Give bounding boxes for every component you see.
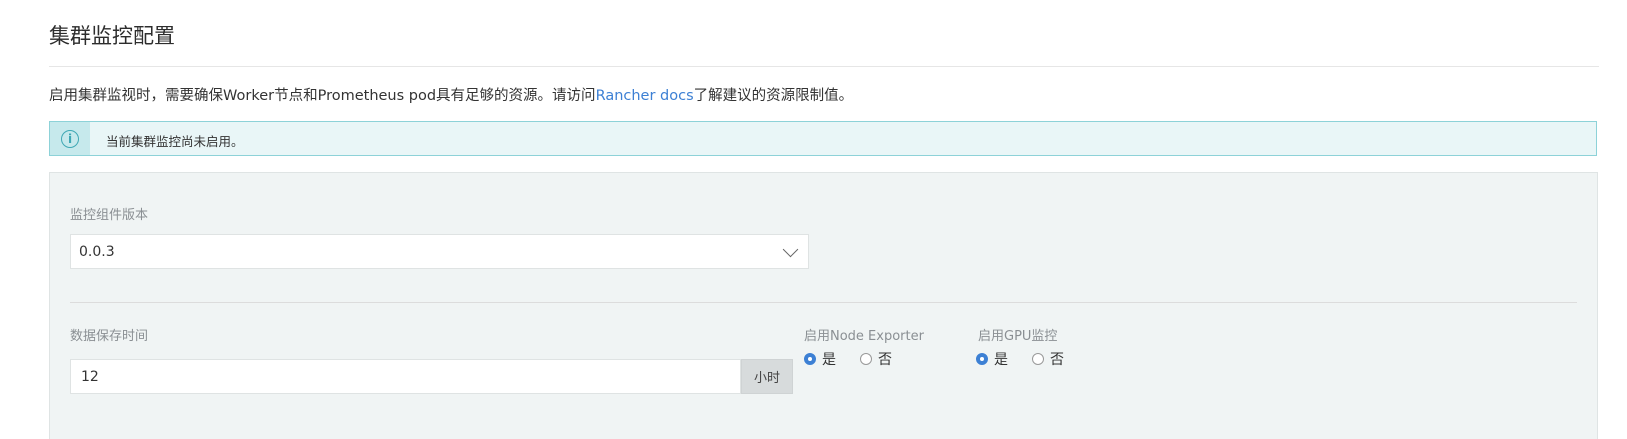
description-text: 启用集群监视时，需要确保Worker节点和Prometheus pod具有足够的… bbox=[49, 88, 596, 104]
title-divider bbox=[49, 66, 1599, 67]
radio-label: 否 bbox=[878, 352, 892, 368]
version-select[interactable]: 0.0.3 bbox=[70, 234, 809, 269]
chevron-down-icon bbox=[782, 241, 799, 258]
node-exporter-yes-radio[interactable]: 是 bbox=[804, 349, 836, 369]
radio-unchecked-icon bbox=[860, 353, 872, 365]
section-divider bbox=[70, 302, 1577, 303]
version-select-value: 0.0.3 bbox=[79, 244, 115, 260]
retention-input-value: 12 bbox=[81, 369, 99, 385]
version-label: 监控组件版本 bbox=[70, 208, 149, 223]
retention-unit-addon: 小时 bbox=[741, 359, 793, 394]
config-panel: 监控组件版本 0.0.3 数据保存时间 12 小时 启用Node Exporte… bbox=[49, 172, 1598, 439]
page-title: 集群监控配置 bbox=[49, 24, 175, 48]
radio-checked-icon bbox=[804, 353, 816, 365]
info-banner: i 当前集群监控尚未启用。 bbox=[49, 121, 1597, 156]
description-text-suffix: 了解建议的资源限制值。 bbox=[693, 88, 854, 104]
node-exporter-label: 启用Node Exporter bbox=[804, 329, 924, 344]
cluster-monitoring-page: 集群监控配置 启用集群监视时，需要确保Worker节点和Prometheus p… bbox=[0, 0, 1627, 439]
gpu-monitoring-no-radio[interactable]: 否 bbox=[1032, 349, 1064, 369]
info-icon-container: i bbox=[50, 122, 90, 155]
radio-label: 是 bbox=[994, 352, 1008, 368]
radio-unchecked-icon bbox=[1032, 353, 1044, 365]
gpu-monitoring-label: 启用GPU监控 bbox=[978, 329, 1058, 344]
gpu-monitoring-radio-group: 是 否 bbox=[976, 349, 1088, 369]
retention-input[interactable]: 12 bbox=[70, 359, 741, 394]
rancher-docs-link[interactable]: Rancher docs bbox=[596, 88, 694, 104]
retention-label: 数据保存时间 bbox=[70, 329, 149, 344]
gpu-monitoring-yes-radio[interactable]: 是 bbox=[976, 349, 1008, 369]
radio-checked-icon bbox=[976, 353, 988, 365]
info-icon: i bbox=[61, 129, 79, 148]
radio-label: 否 bbox=[1050, 352, 1064, 368]
node-exporter-no-radio[interactable]: 否 bbox=[860, 349, 892, 369]
node-exporter-radio-group: 是 否 bbox=[804, 349, 916, 369]
monitoring-description: 启用集群监视时，需要确保Worker节点和Prometheus pod具有足够的… bbox=[49, 84, 853, 105]
radio-label: 是 bbox=[822, 352, 836, 368]
info-banner-text: 当前集群监控尚未启用。 bbox=[106, 134, 244, 149]
